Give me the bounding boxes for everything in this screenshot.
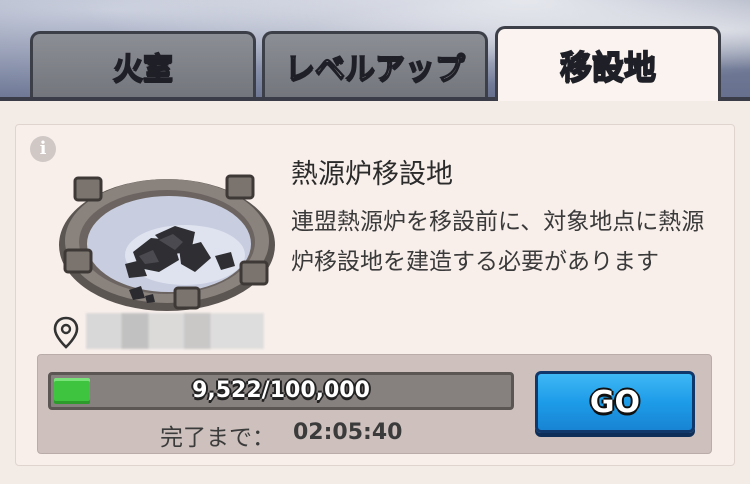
building-title: 熱源炉移設地 [291, 159, 453, 190]
tab-relocation-site[interactable]: 移設地 [495, 26, 721, 101]
go-button[interactable]: GO [535, 371, 695, 433]
building-image [59, 174, 275, 311]
tab-level-up[interactable]: レベルアップ [262, 31, 488, 97]
tab-level-up-label: レベルアップ [284, 51, 466, 88]
progress-text: 9,522/100,000 [192, 378, 370, 403]
map-pin-icon[interactable] [52, 316, 80, 350]
go-button-label: GO [589, 384, 641, 420]
building-description: 連盟熱源炉を移設前に、対象地点に熱源炉移設地を建造する必要があります [291, 209, 705, 275]
countdown-timer: 02:05:40 [293, 420, 403, 445]
tab-relocation-site-label: 移設地 [559, 47, 657, 87]
location-coordinates-redacted[interactable] [86, 313, 264, 349]
info-icon[interactable]: i [30, 136, 56, 162]
progress-bar: 9,522/100,000 [48, 372, 514, 410]
tab-firebox[interactable]: 火室 [30, 31, 256, 97]
countdown-label: 完了まで： [160, 425, 275, 451]
tab-firebox-label: 火室 [112, 51, 174, 88]
